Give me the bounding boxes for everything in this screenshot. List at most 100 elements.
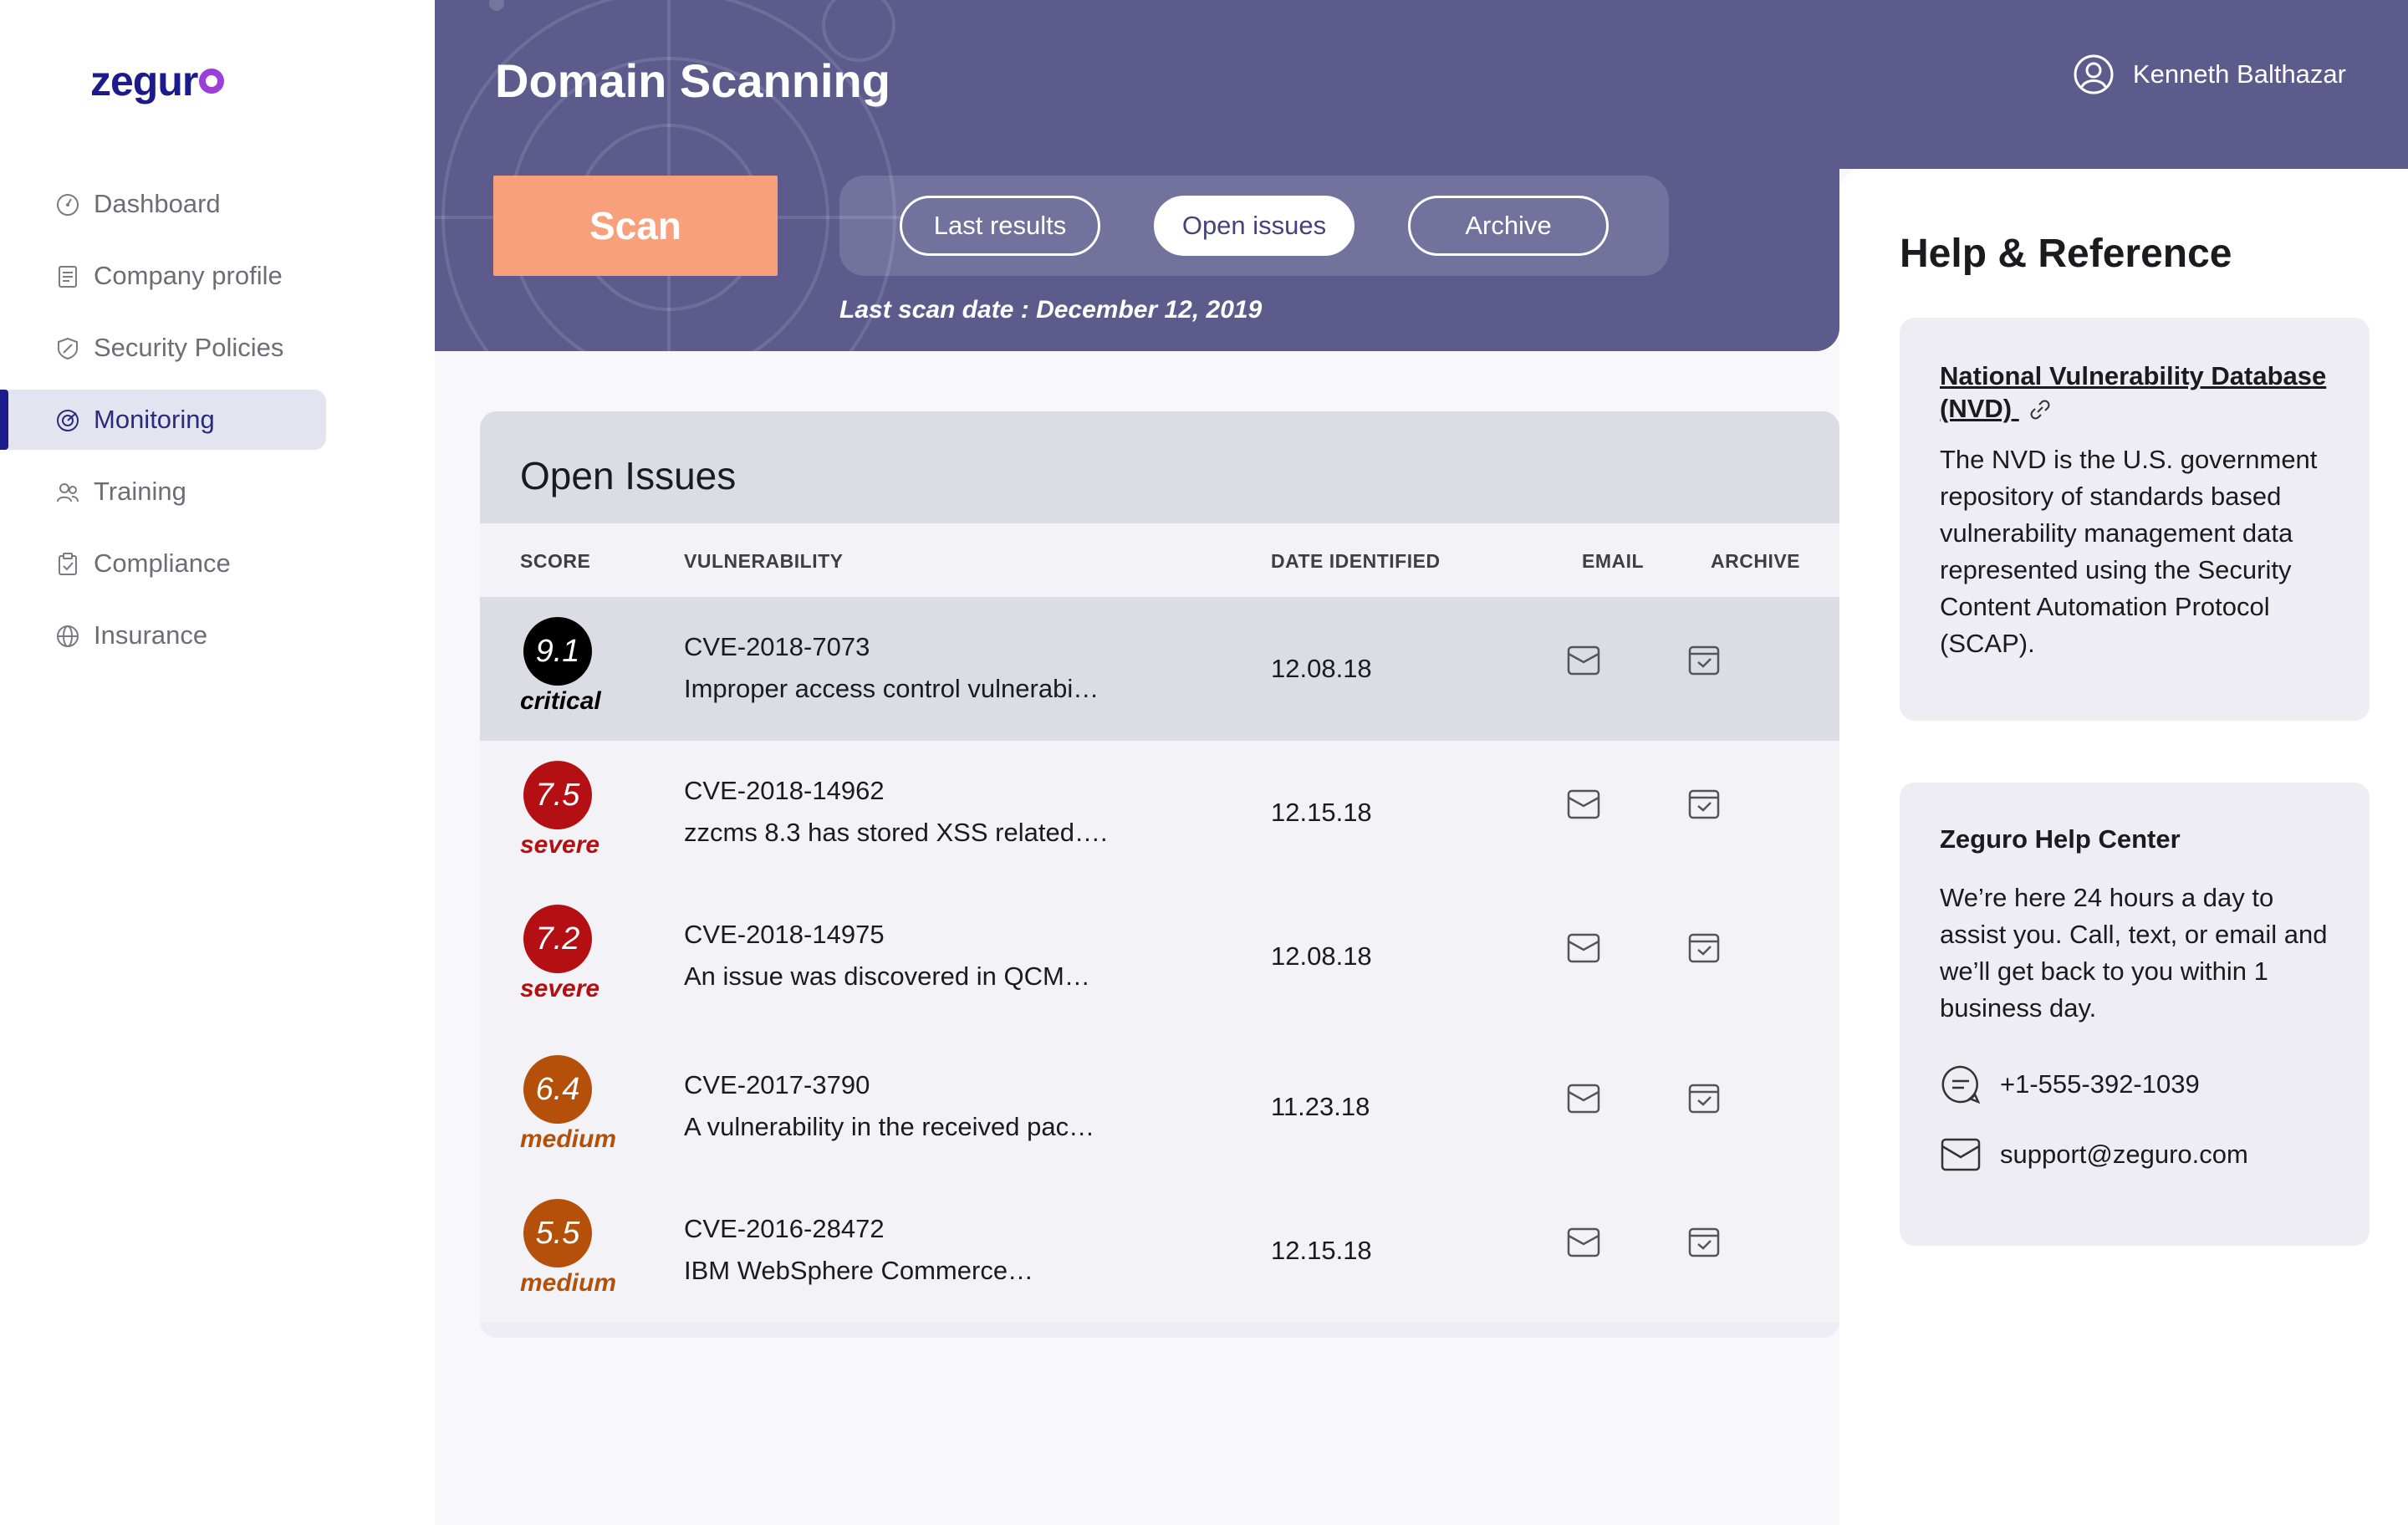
sidebar-item-compliance[interactable]: Compliance — [0, 533, 326, 594]
sidebar-item-label: Company profile — [94, 261, 283, 290]
document-icon — [55, 264, 80, 289]
cve-id: CVE-2018-7073 — [684, 632, 870, 661]
page-title: Domain Scanning — [495, 54, 890, 107]
cve-description: Improper access control vulnerabi… — [684, 674, 1099, 703]
scan-button[interactable]: Scan — [493, 176, 778, 276]
severity-label: severe — [520, 831, 600, 859]
table-row[interactable]: 6.4 medium CVE-2017-3790 A vulnerability… — [480, 1035, 1839, 1179]
speedometer-icon — [55, 192, 80, 217]
col-date: DATE IDENTIFIED — [1271, 550, 1441, 572]
sidebar-item-security-policies[interactable]: Security Policies — [0, 318, 326, 378]
nvd-link[interactable]: National Vulnerability Database (NVD) — [1940, 360, 2329, 425]
table-row[interactable]: 7.5 severe CVE-2018-14962 zzcms 8.3 has … — [480, 741, 1839, 885]
nvd-link-text: National Vulnerability Database (NVD) — [1940, 361, 2327, 423]
score-badge: 7.2 — [523, 905, 592, 973]
link-icon — [2030, 400, 2050, 420]
cve-id: CVE-2018-14975 — [684, 920, 885, 949]
results-tab-group: Last results Open issues Archive — [839, 176, 1669, 276]
support-email: support@zeguro.com — [2000, 1140, 2248, 1169]
sidebar-item-label: Monitoring — [94, 405, 215, 434]
table-row[interactable]: 7.2 severe CVE-2018-14975 An issue was d… — [480, 885, 1839, 1035]
scan-panel: Domain Scanning Scan Last results Open i… — [435, 0, 1839, 351]
sidebar-item-label: Dashboard — [94, 189, 221, 218]
nvd-description: The NVD is the U.S. government repositor… — [1940, 445, 2318, 658]
tab-archive[interactable]: Archive — [1408, 196, 1609, 256]
date-identified: 12.08.18 — [1271, 941, 1372, 971]
date-identified: 12.08.18 — [1271, 654, 1372, 683]
email-icon[interactable] — [1565, 1080, 1602, 1117]
help-center-description: We’re here 24 hours a day to assist you.… — [1940, 883, 2328, 1023]
email-icon[interactable] — [1565, 1224, 1602, 1261]
table-row[interactable]: 5.5 medium CVE-2016-28472 IBM WebSphere … — [480, 1179, 1839, 1323]
clipboard-icon — [55, 552, 80, 577]
archive-icon[interactable] — [1686, 786, 1722, 823]
score-badge: 9.1 — [523, 617, 592, 686]
cve-id: CVE-2017-3790 — [684, 1070, 870, 1099]
score-badge: 6.4 — [523, 1055, 592, 1124]
cve-id: CVE-2018-14962 — [684, 776, 885, 805]
phone-contact[interactable]: +1-555-392-1039 — [1940, 1063, 2329, 1105]
sidebar-item-monitoring[interactable]: Monitoring — [0, 390, 326, 450]
cve-description: zzcms 8.3 has stored XSS related…. — [684, 818, 1108, 847]
logo-mark — [199, 69, 225, 94]
envelope-icon — [1941, 1138, 1981, 1171]
archive-icon[interactable] — [1686, 1080, 1722, 1117]
severity-label: critical — [520, 687, 601, 715]
score-badge: 5.5 — [523, 1199, 592, 1267]
table-row[interactable]: 9.1 critical CVE-2018-7073 Improper acce… — [480, 597, 1839, 741]
sidebar-nav: Dashboard Company profile Security Polic… — [0, 174, 435, 677]
logo-text: zegur — [90, 58, 198, 105]
help-title: Help & Reference — [1900, 232, 2232, 276]
radar-icon — [55, 408, 80, 433]
col-score: SCORE — [520, 550, 591, 572]
user-name: Kenneth Balthazar — [2132, 59, 2346, 89]
cve-id: CVE-2016-28472 — [684, 1214, 885, 1243]
help-center-card: Zeguro Help Center We’re here 24 hours a… — [1900, 783, 2370, 1246]
date-identified: 12.15.18 — [1271, 1236, 1372, 1265]
col-email: EMAIL — [1582, 550, 1645, 572]
people-icon — [55, 480, 80, 505]
zeguro-logo[interactable]: zegur — [90, 57, 225, 105]
cve-description: A vulnerability in the received pac… — [684, 1112, 1095, 1141]
user-menu[interactable]: Kenneth Balthazar — [2073, 54, 2346, 95]
open-issues-title: Open Issues — [480, 411, 1839, 523]
sidebar-item-insurance[interactable]: Insurance — [0, 605, 326, 666]
sidebar-item-company-profile[interactable]: Company profile — [0, 246, 326, 306]
archive-icon[interactable] — [1686, 642, 1722, 679]
help-panel: Help & Reference National Vulnerability … — [1839, 169, 2408, 1525]
tab-last-results[interactable]: Last results — [900, 196, 1100, 256]
severity-label: severe — [520, 975, 600, 1002]
phone-number: +1-555-392-1039 — [2000, 1069, 2200, 1099]
table-header: SCORE VULNERABILITY DATE IDENTIFIED EMAI… — [480, 523, 1839, 597]
severity-label: medium — [520, 1269, 617, 1297]
open-issues-card: Open Issues SCORE VULNERABILITY DATE IDE… — [480, 411, 1839, 1338]
shield-icon — [55, 336, 80, 361]
sidebar-item-label: Insurance — [94, 620, 208, 650]
archive-icon[interactable] — [1686, 1224, 1722, 1261]
email-icon[interactable] — [1565, 930, 1602, 967]
col-vulnerability: VULNERABILITY — [684, 550, 844, 572]
date-identified: 11.23.18 — [1271, 1092, 1370, 1121]
last-scan-date: Last scan date : December 12, 2019 — [839, 296, 1263, 324]
chat-icon — [1941, 1065, 1981, 1104]
sidebar: zegur Dashboard Company profile Security… — [0, 0, 435, 1525]
email-icon[interactable] — [1565, 642, 1602, 679]
help-center-title: Zeguro Help Center — [1940, 824, 2181, 854]
col-archive: ARCHIVE — [1711, 550, 1801, 572]
email-icon[interactable] — [1565, 786, 1602, 823]
nvd-card: National Vulnerability Database (NVD) Th… — [1900, 318, 2370, 721]
sidebar-item-label: Training — [94, 477, 186, 506]
sidebar-item-label: Security Policies — [94, 333, 284, 362]
globe-icon — [55, 624, 80, 649]
date-identified: 12.15.18 — [1271, 798, 1372, 827]
user-avatar-icon — [2074, 54, 2114, 94]
sidebar-item-training[interactable]: Training — [0, 462, 326, 522]
severity-label: medium — [520, 1125, 617, 1153]
tab-open-issues[interactable]: Open issues — [1154, 196, 1354, 256]
sidebar-item-label: Compliance — [94, 548, 231, 578]
score-badge: 7.5 — [523, 761, 592, 829]
cve-description: IBM WebSphere Commerce… — [684, 1256, 1034, 1285]
sidebar-item-dashboard[interactable]: Dashboard — [0, 174, 326, 234]
archive-icon[interactable] — [1686, 930, 1722, 967]
email-contact[interactable]: support@zeguro.com — [1940, 1134, 2329, 1176]
